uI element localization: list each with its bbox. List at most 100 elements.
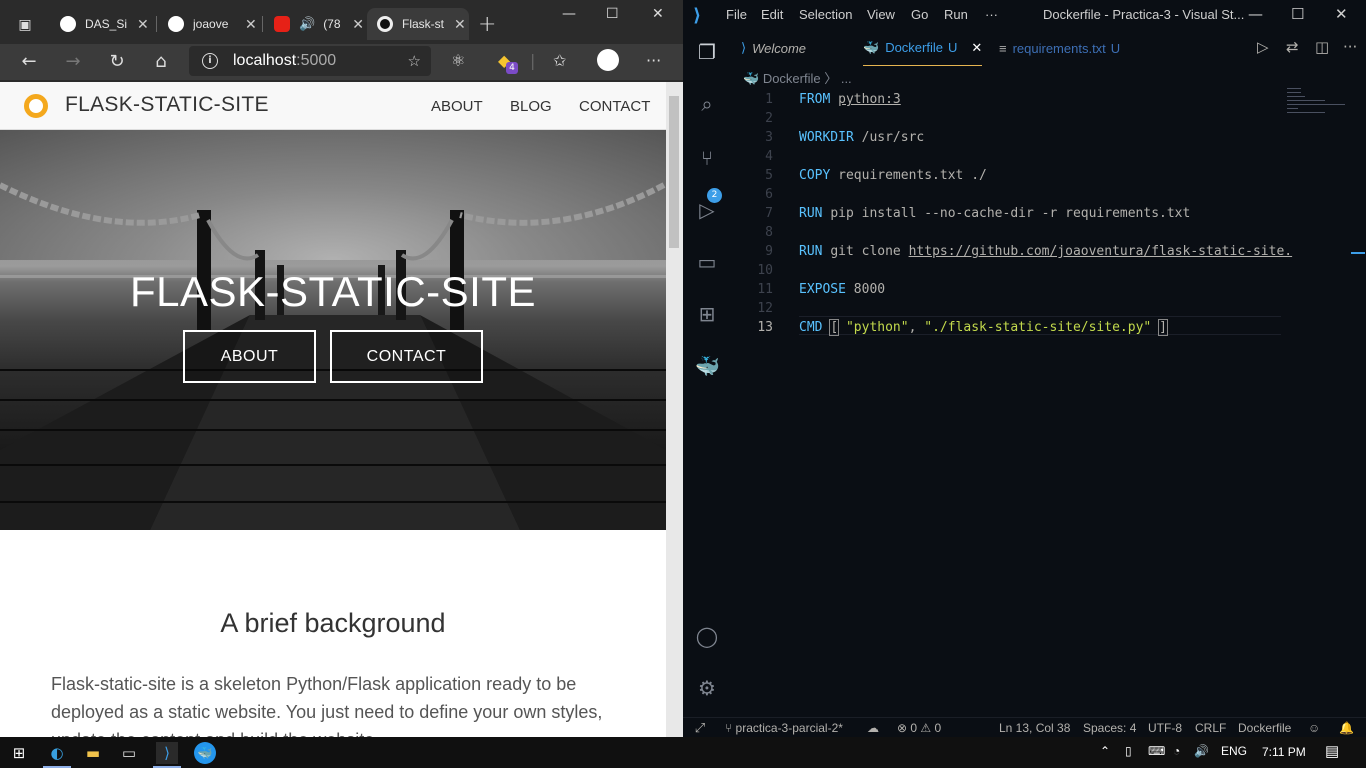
docker-taskbar-icon[interactable]: 🐳 bbox=[194, 742, 216, 764]
code-line[interactable]: 4 bbox=[731, 147, 1283, 166]
nav-about-link[interactable]: ABOUT bbox=[431, 98, 483, 115]
language-indicator[interactable]: ENG bbox=[1221, 744, 1247, 758]
encoding[interactable]: UTF-8 bbox=[1148, 721, 1182, 735]
minimize-icon[interactable]: — bbox=[562, 6, 576, 22]
back-icon[interactable]: ← bbox=[17, 50, 41, 74]
hero-about-button[interactable]: ABOUT bbox=[183, 330, 316, 383]
vscode-taskbar-icon[interactable]: ⟩ bbox=[156, 742, 178, 764]
source-control-icon[interactable]: ⑂ bbox=[695, 146, 719, 170]
menu-selection[interactable]: Selection bbox=[799, 7, 852, 22]
close-icon[interactable]: ✕ bbox=[137, 16, 149, 33]
add-favorite-icon[interactable]: ☆ bbox=[408, 52, 421, 70]
profile-avatar[interactable] bbox=[597, 49, 619, 71]
maximize-icon[interactable]: ☐ bbox=[606, 6, 619, 22]
close-tab-icon[interactable]: ✕ bbox=[971, 40, 982, 56]
site-logo-icon[interactable] bbox=[24, 94, 48, 118]
code-line[interactable]: 7 RUN pip install --no-cache-dir -r requi… bbox=[731, 204, 1283, 223]
split-editor-icon[interactable]: ◫ bbox=[1315, 38, 1329, 56]
notifications-icon[interactable]: 🔔 bbox=[1339, 721, 1354, 735]
menu-view[interactable]: View bbox=[867, 7, 895, 22]
start-icon[interactable]: ⊞ bbox=[8, 742, 30, 764]
remote-icon[interactable]: ⤢ bbox=[683, 718, 717, 738]
browser-tab-4-active[interactable]: Flask-st ✕ bbox=[367, 8, 469, 40]
code-editor[interactable]: 1 FROM python:3 2 3 WORKDIR /usr/src 4 5 COPY r… bbox=[731, 86, 1292, 716]
language-mode[interactable]: Dockerfile bbox=[1238, 721, 1291, 735]
settings-gear-icon[interactable]: ⚙ bbox=[695, 676, 719, 700]
site-info-icon[interactable]: i bbox=[202, 53, 218, 69]
speaker-icon[interactable]: 🔊 bbox=[299, 16, 315, 32]
refresh-icon[interactable]: ↻ bbox=[105, 50, 129, 74]
favorites-icon[interactable]: ✩ bbox=[553, 51, 566, 70]
new-tab-button[interactable]: + bbox=[478, 12, 496, 37]
file-explorer-icon[interactable]: ▬ bbox=[82, 742, 104, 764]
show-hidden-icons[interactable]: ⌃ bbox=[1100, 744, 1110, 758]
nav-contact-link[interactable]: CONTACT bbox=[579, 98, 650, 115]
code-line[interactable]: 3 WORKDIR /usr/src bbox=[731, 128, 1283, 147]
page-scrollbar-thumb[interactable] bbox=[669, 96, 679, 248]
extensions-icon[interactable]: ⊞ bbox=[695, 302, 719, 326]
menu-run[interactable]: Run bbox=[944, 7, 968, 22]
branch-status[interactable]: ⑂ practica-3-parcial-2* bbox=[725, 721, 843, 735]
hero-contact-button[interactable]: CONTACT bbox=[330, 330, 483, 383]
accounts-icon[interactable]: ◯ bbox=[695, 624, 719, 648]
terminal-icon[interactable]: ▭ bbox=[118, 742, 140, 764]
close-window-icon[interactable]: ✕ bbox=[1335, 5, 1348, 23]
explorer-icon[interactable]: ❐ bbox=[695, 40, 719, 64]
open-changes-icon[interactable]: ⇄ bbox=[1286, 38, 1299, 56]
clock[interactable]: 7:11 PM bbox=[1262, 745, 1306, 759]
minimize-icon[interactable]: — bbox=[1248, 5, 1263, 23]
more-actions-icon[interactable]: ··· bbox=[1343, 38, 1357, 56]
more-menu-icon[interactable]: ··· bbox=[646, 51, 661, 70]
breadcrumb[interactable]: 🐳 Dockerfile 〉 ... bbox=[743, 68, 852, 87]
code-line[interactable]: 6 bbox=[731, 185, 1283, 204]
code-line[interactable]: 10 bbox=[731, 261, 1283, 280]
menu-file[interactable]: File bbox=[726, 7, 747, 22]
close-icon[interactable]: ✕ bbox=[454, 16, 466, 33]
minimap[interactable] bbox=[1287, 86, 1349, 126]
feedback-icon[interactable]: ☺ bbox=[1308, 721, 1320, 735]
close-icon[interactable]: ✕ bbox=[245, 16, 257, 33]
browser-tab-2[interactable]: joaove ✕ bbox=[158, 8, 262, 40]
indentation[interactable]: Spaces: 4 bbox=[1083, 721, 1136, 735]
sync-icon[interactable]: ☁ bbox=[867, 721, 879, 735]
action-center-icon[interactable]: ▤ bbox=[1325, 742, 1339, 760]
code-line[interactable]: 8 bbox=[731, 223, 1283, 242]
docker-icon[interactable]: 🐳 bbox=[695, 354, 720, 378]
search-icon[interactable]: ⌕ bbox=[695, 92, 719, 116]
close-window-icon[interactable]: ✕ bbox=[652, 6, 664, 22]
run-debug-icon[interactable]: ▷ bbox=[695, 198, 719, 222]
menu-go[interactable]: Go bbox=[911, 7, 928, 22]
tab-actions-icon[interactable]: ▣ bbox=[16, 16, 34, 34]
cursor-position[interactable]: Ln 13, Col 38 bbox=[999, 721, 1070, 735]
edge-icon[interactable]: ◐ bbox=[46, 742, 68, 764]
code-line[interactable]: 1 FROM python:3 bbox=[731, 90, 1283, 109]
nav-blog-link[interactable]: BLOG bbox=[510, 98, 552, 115]
code-line[interactable]: 2 bbox=[731, 109, 1283, 128]
maximize-icon[interactable]: ☐ bbox=[1291, 5, 1304, 23]
tab-welcome[interactable]: ⟩ Welcome bbox=[741, 30, 806, 66]
browser-tab-1[interactable]: DAS_Si ✕ bbox=[50, 8, 156, 40]
forward-icon[interactable]: → bbox=[61, 50, 85, 74]
tab-requirements[interactable]: ≡ requirements.txt U bbox=[999, 30, 1120, 66]
line-endings[interactable]: CRLF bbox=[1195, 721, 1226, 735]
code-line[interactable]: 9 RUN git clone https://github.com/joaove… bbox=[731, 242, 1292, 261]
device-icon[interactable]: ▯ bbox=[1125, 744, 1132, 758]
volume-icon[interactable]: 🔊 bbox=[1194, 744, 1209, 758]
problems-status[interactable]: ⊗ 0 ⚠ 0 bbox=[897, 721, 941, 735]
address-bar[interactable]: i localhost:5000 ☆ bbox=[189, 46, 431, 76]
tab-dockerfile[interactable]: 🐳 Dockerfile U ✕ bbox=[863, 30, 982, 66]
menu-edit[interactable]: Edit bbox=[761, 7, 783, 22]
code-line[interactable]: 12 bbox=[731, 299, 1283, 318]
remote-explorer-icon[interactable]: ▭ bbox=[695, 250, 719, 274]
code-line[interactable]: 11 EXPOSE 8000 bbox=[731, 280, 1283, 299]
code-line[interactable]: 5 COPY requirements.txt ./ bbox=[731, 166, 1283, 185]
input-icon[interactable]: ⌨ bbox=[1148, 744, 1165, 758]
browser-tab-3[interactable]: 🔊 (78 ✕ bbox=[264, 8, 364, 40]
code-line[interactable]: 13 CMD [ "python", "./flask-static-site/s… bbox=[731, 318, 1283, 337]
run-icon[interactable]: ▷ bbox=[1257, 38, 1269, 56]
close-icon[interactable]: ✕ bbox=[352, 16, 364, 33]
react-devtools-icon[interactable]: ⚛ bbox=[451, 51, 465, 70]
menu-more[interactable]: ··· bbox=[985, 7, 998, 22]
wifi-icon[interactable]: ◔ bbox=[1173, 744, 1180, 758]
site-brand[interactable]: FLASK-STATIC-SITE bbox=[65, 93, 269, 117]
